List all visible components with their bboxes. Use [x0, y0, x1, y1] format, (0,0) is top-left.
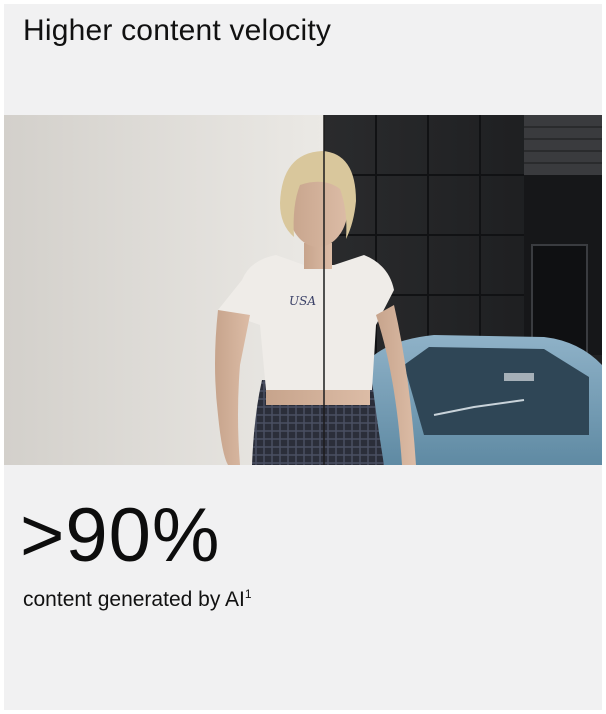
content-velocity-card: Higher content velocity USA >90% content… — [4, 4, 602, 710]
split-photo-illustration: USA — [4, 115, 602, 465]
stat-caption: content generated by AI1 — [23, 588, 252, 612]
footnote-mark: 1 — [244, 587, 252, 601]
card-heading: Higher content velocity — [23, 14, 332, 47]
tshirt-print: USA — [289, 294, 316, 308]
stat-caption-text: content generated by AI — [23, 588, 245, 611]
stat-value: >90% — [20, 493, 221, 578]
split-photo: USA — [4, 115, 602, 465]
